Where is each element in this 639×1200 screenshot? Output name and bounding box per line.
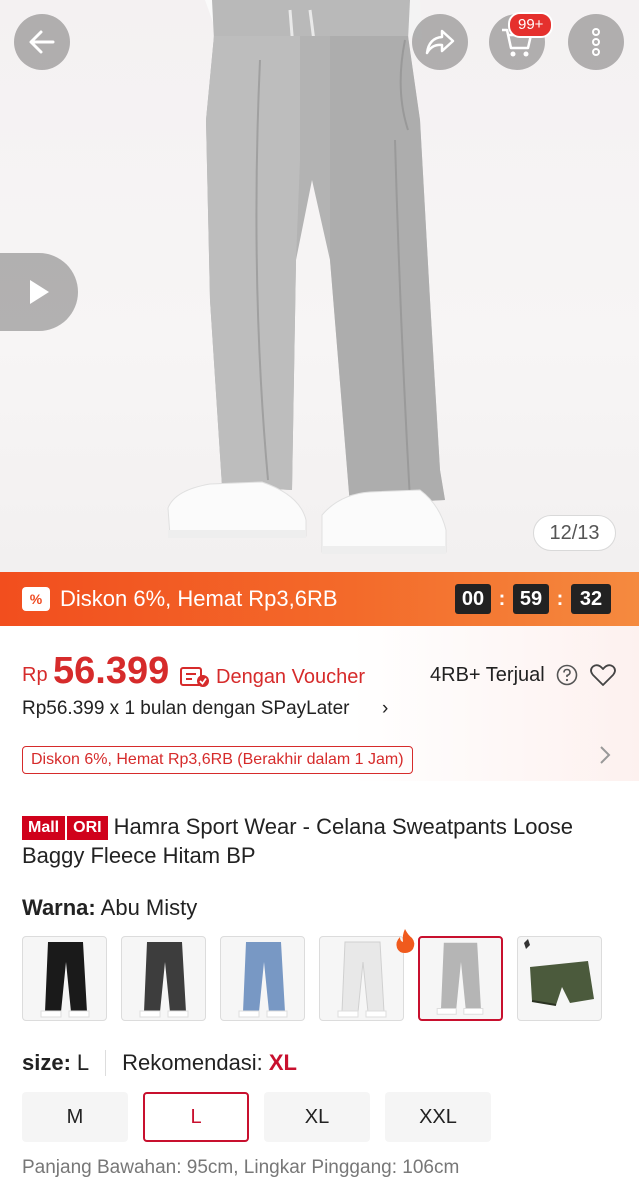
price-value: 56.399: [53, 650, 170, 692]
discount-ticket-icon: %: [22, 587, 50, 611]
more-vertical-icon: [592, 28, 600, 56]
swatch-image: [436, 942, 484, 1015]
product-image-gallery[interactable]: 99+ 12/13: [0, 0, 639, 572]
variation-label: Warna:: [22, 895, 96, 920]
swatch-item[interactable]: [121, 936, 206, 1021]
fire-icon: [396, 929, 415, 953]
timer-seconds: 32: [571, 584, 611, 614]
voucher-label: Dengan Voucher: [216, 666, 366, 688]
swatch-image: [337, 941, 387, 1018]
product-title: Mall ORI Hamra Sport Wear - Celana Sweat…: [22, 812, 622, 870]
sold-count: 4RB+ Terjual: [430, 664, 545, 686]
play-video-button[interactable]: [0, 253, 78, 331]
size-value: L: [76, 1050, 90, 1075]
ori-badge-label: ORI: [67, 816, 108, 840]
arrow-left-icon: [29, 30, 55, 54]
share-button[interactable]: [412, 14, 468, 70]
size-option-selected[interactable]: L: [143, 1092, 249, 1142]
flash-sale-bar[interactable]: % Diskon 6%, Hemat Rp3,6RB 00 : 59 : 32: [0, 572, 639, 626]
size-option[interactable]: XXL: [385, 1092, 491, 1142]
timer-minutes: 59: [513, 584, 549, 614]
divider: [105, 1050, 107, 1076]
promo-tag: Diskon 6%, Hemat Rp3,6RB (Berakhir dalam…: [22, 746, 413, 774]
image-counter: 12/13: [533, 515, 616, 551]
recommendation-label: Rekomendasi:: [122, 1050, 263, 1075]
timer-separator: :: [498, 587, 506, 610]
swatch-image: [524, 939, 594, 1006]
heart-icon[interactable]: [590, 663, 616, 687]
price-currency: Rp: [22, 664, 48, 686]
swatch-image: [40, 942, 90, 1018]
chevron-right-icon: ›: [382, 698, 389, 719]
mall-ori-badge: Mall ORI: [22, 816, 108, 840]
size-measurement: Panjang Bawahan: 95cm, Lingkar Pinggang:…: [22, 1157, 460, 1178]
swatch-image: [238, 942, 288, 1018]
swatch-item[interactable]: [319, 936, 404, 1021]
variation-swatch-list: [22, 936, 602, 1021]
variation-header: Warna: Abu Misty: [22, 895, 197, 921]
spaylater-info[interactable]: Rp56.399 x 1 bulan dengan SPayLater: [22, 698, 349, 720]
mall-badge-label: Mall: [22, 816, 66, 840]
voucher-icon: [180, 667, 209, 687]
variation-value: Abu Misty: [100, 895, 198, 920]
share-icon: [425, 29, 455, 55]
help-icon[interactable]: [556, 664, 578, 686]
countdown-timer: 00 : 59 : 32: [455, 584, 611, 614]
swatch-item[interactable]: [22, 936, 107, 1021]
size-option-list: M L XL XXL: [22, 1092, 506, 1142]
cart-count-badge: 99+: [508, 12, 554, 38]
size-option[interactable]: XL: [264, 1092, 370, 1142]
more-options-button[interactable]: [568, 14, 624, 70]
timer-hours: 00: [455, 584, 491, 614]
timer-separator: :: [556, 587, 564, 610]
chevron-right-icon[interactable]: [598, 744, 612, 766]
size-header: size: L Rekomendasi: XL: [22, 1050, 297, 1076]
back-button[interactable]: [14, 14, 70, 70]
size-option[interactable]: M: [22, 1092, 128, 1142]
price-section: Rp 56.399 Dengan Voucher 4RB+ Terjual Rp…: [0, 626, 639, 781]
product-image: [167, 0, 447, 554]
play-icon: [30, 280, 49, 304]
flash-sale-text: Diskon 6%, Hemat Rp3,6RB: [60, 586, 338, 611]
swatch-item-selected[interactable]: [418, 936, 503, 1021]
swatch-image: [139, 942, 189, 1018]
recommendation-value: XL: [268, 1050, 297, 1075]
swatch-item[interactable]: [220, 936, 305, 1021]
size-label: size:: [22, 1050, 71, 1075]
swatch-item[interactable]: [517, 936, 602, 1021]
